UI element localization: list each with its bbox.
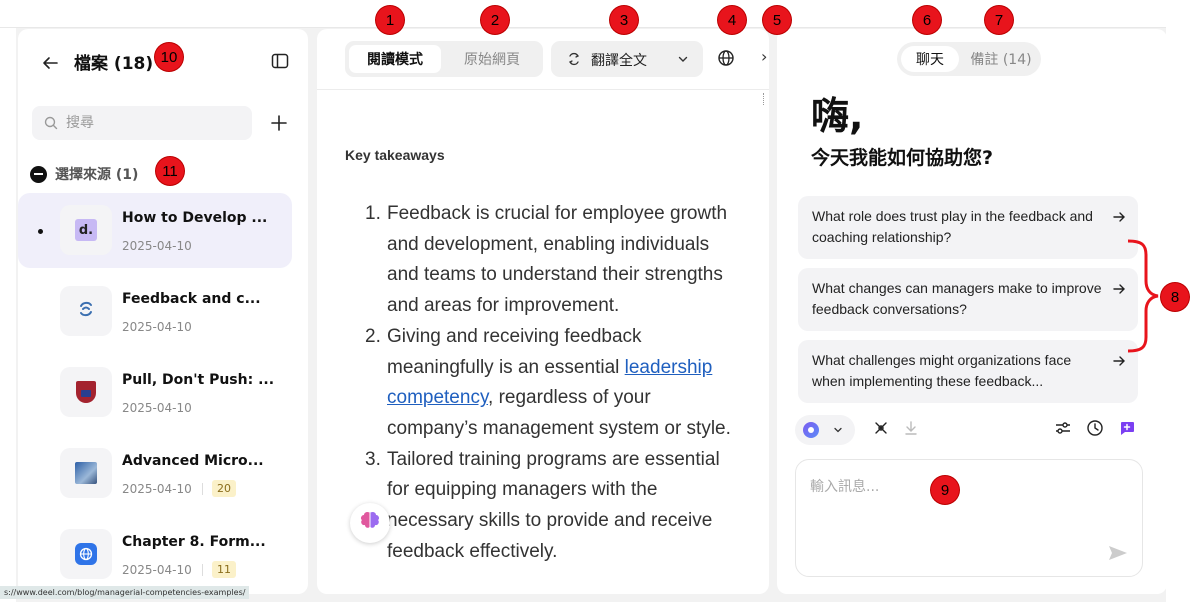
send-icon[interactable] xyxy=(1108,544,1128,562)
search-box xyxy=(32,106,252,140)
file-title: Chapter 8. Form... xyxy=(122,534,266,550)
translate-icon xyxy=(567,52,581,66)
brain-icon xyxy=(359,510,381,536)
image-icon xyxy=(75,462,97,484)
file-item[interactable]: Feedback and c... 2025-04-10 xyxy=(18,274,292,349)
greeting: 嗨, xyxy=(811,94,864,138)
help-prompt: 今天我能如何協助您? xyxy=(811,147,994,169)
suggestion-text: What changes can managers make to improv… xyxy=(812,280,1102,317)
back-arrow-icon[interactable] xyxy=(40,53,60,73)
model-selector[interactable] xyxy=(795,415,855,445)
annotation-badge: 5 xyxy=(763,6,791,34)
file-date: 2025-04-10 xyxy=(122,401,192,415)
chat-tabs: 聊天 備註 (14) xyxy=(897,42,1041,76)
annotation-badge: 3 xyxy=(610,6,638,34)
suggestion-card[interactable]: What challenges might organizations face… xyxy=(798,340,1138,403)
file-date: 2025-04-10 xyxy=(122,320,192,334)
minus-circle-icon xyxy=(30,165,47,183)
list-item: 1. Feedback is crucial for employee growt… xyxy=(365,203,728,317)
message-box xyxy=(795,459,1143,577)
chat-panel: 聊天 備註 (14) 嗨, 今天我能如何協助您? What role does … xyxy=(777,29,1167,594)
annotation-badge: 1 xyxy=(376,6,404,34)
message-input[interactable] xyxy=(810,476,1110,536)
arrow-right-icon xyxy=(1112,210,1126,224)
file-thumbnail xyxy=(60,367,112,417)
file-item[interactable]: Chapter 8. Form... 2025-04-10 11 xyxy=(18,517,292,592)
settings-sliders-icon[interactable] xyxy=(1054,419,1072,437)
search-icon xyxy=(44,116,58,130)
tab-chat[interactable]: 聊天 xyxy=(901,46,959,72)
translate-button[interactable]: 翻譯全文 xyxy=(551,41,703,77)
suggestion-text: What role does trust play in the feedbac… xyxy=(812,208,1093,245)
article-heading: Key takeaways xyxy=(345,147,445,163)
suggestion-card[interactable]: What role does trust play in the feedbac… xyxy=(798,196,1138,259)
list-item: 2. Giving and receiving feedback meaningf… xyxy=(365,325,731,439)
suggestion-text: What challenges might organizations face… xyxy=(812,352,1072,389)
file-date: 2025-04-10 xyxy=(122,563,192,577)
annotation-badge: 8 xyxy=(1161,283,1189,311)
status-url: s://www.deel.com/blog/managerial-compete… xyxy=(0,586,250,599)
annotation-badge: 6 xyxy=(913,6,941,34)
scrollbar[interactable] xyxy=(763,93,766,105)
article-content: Key takeaways 1. Feedback is crucial for … xyxy=(345,147,755,562)
search-input[interactable] xyxy=(66,106,246,140)
annotation-badge: 7 xyxy=(985,6,1013,34)
tab-reading-mode[interactable]: 閱讀模式 xyxy=(349,45,441,73)
select-source-toggle[interactable]: 選擇來源 (1) xyxy=(30,164,138,184)
count-badge: 11 xyxy=(212,561,236,578)
divider xyxy=(202,564,203,576)
download-icon[interactable] xyxy=(903,419,919,437)
selected-bullet-icon xyxy=(38,229,43,234)
tools-icon[interactable] xyxy=(872,419,890,437)
add-file-icon[interactable] xyxy=(269,113,289,133)
shield-icon xyxy=(76,381,96,403)
divider xyxy=(202,483,203,495)
app-window: 檔案 (18) 選擇來源 (1) d. How to Develop ... 2… xyxy=(16,27,1167,602)
view-mode-switch: 閱讀模式 原始網頁 xyxy=(345,41,543,77)
tab-original-page[interactable]: 原始網頁 xyxy=(445,45,539,73)
arrow-right-icon xyxy=(1112,354,1126,368)
file-thumbnail xyxy=(60,529,112,579)
file-item[interactable]: Advanced Micro... 2025-04-10 20 xyxy=(18,436,292,511)
link-icon xyxy=(75,298,97,324)
list-item: 3. Tailored training programs are essenti… xyxy=(365,448,720,562)
d-logo-icon: d. xyxy=(75,219,97,241)
file-title: Feedback and c... xyxy=(122,291,261,307)
chevron-down-icon xyxy=(833,425,843,435)
takeaways-list: 1. Feedback is crucial for employee growt… xyxy=(365,199,745,567)
annotation-badge: 10 xyxy=(155,43,183,71)
brace-annotation xyxy=(1127,239,1159,353)
toolbar-divider xyxy=(317,89,769,90)
select-source-label: 選擇來源 (1) xyxy=(55,167,139,183)
annotation-badge: 4 xyxy=(718,6,746,34)
chevron-right-icon[interactable]: › xyxy=(761,47,767,66)
files-panel: 檔案 (18) 選擇來源 (1) d. How to Develop ... 2… xyxy=(18,29,308,594)
count-badge: 20 xyxy=(212,480,236,497)
annotation-badge: 9 xyxy=(931,476,959,504)
tab-notes[interactable]: 備註 (14) xyxy=(965,46,1037,72)
annotation-badge: 2 xyxy=(481,6,509,34)
suggestion-card[interactable]: What changes can managers make to improv… xyxy=(798,268,1138,331)
sidebar-toggle-icon[interactable] xyxy=(270,51,290,71)
file-date: 2025-04-10 xyxy=(122,482,192,496)
file-title: How to Develop ... xyxy=(122,210,268,226)
model-logo-icon xyxy=(803,422,819,438)
globe-icon[interactable] xyxy=(717,49,735,67)
file-thumbnail: d. xyxy=(60,205,112,255)
file-item[interactable]: d. How to Develop ... 2025-04-10 xyxy=(18,193,292,268)
annotation-badge: 11 xyxy=(156,157,184,185)
file-thumbnail xyxy=(60,448,112,498)
files-title: 檔案 (18) xyxy=(74,54,154,74)
file-title: Advanced Micro... xyxy=(122,453,264,469)
history-clock-icon[interactable] xyxy=(1086,419,1104,437)
brain-assistant-button[interactable] xyxy=(350,503,390,543)
file-thumbnail xyxy=(60,286,112,336)
file-item[interactable]: Pull, Don't Push: ... 2025-04-10 xyxy=(18,355,292,430)
file-title: Pull, Don't Push: ... xyxy=(122,372,275,388)
globe-icon xyxy=(75,543,97,565)
file-date: 2025-04-10 xyxy=(122,239,192,253)
translate-label: 翻譯全文 xyxy=(591,53,647,69)
new-chat-icon[interactable] xyxy=(1118,419,1136,437)
chevron-down-icon[interactable] xyxy=(677,53,689,65)
